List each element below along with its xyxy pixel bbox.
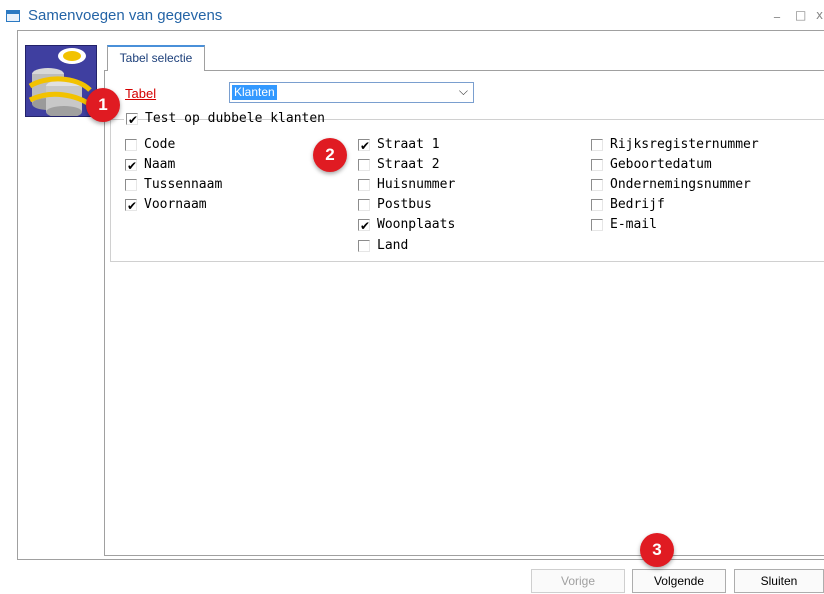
- checkbox-box[interactable]: [591, 219, 603, 231]
- callout-badge-1: 1: [86, 88, 120, 122]
- checkbox-box[interactable]: [591, 159, 603, 171]
- checkbox-box[interactable]: ✔: [358, 219, 371, 233]
- check-icon: ✔: [127, 159, 138, 173]
- duplicate-test-legend: ✔ Test op dubbele klanten: [124, 111, 325, 128]
- checkbox-box[interactable]: [358, 199, 370, 211]
- checkbox-box[interactable]: ✔: [126, 113, 139, 127]
- field-label: Huisnummer: [377, 177, 456, 192]
- window-icon: [6, 10, 20, 22]
- callout-badge-3: 3: [640, 533, 674, 567]
- field-label: Geboortedatum: [610, 157, 712, 172]
- field-label: Straat 2: [377, 157, 440, 172]
- check-icon: ✔: [128, 113, 139, 127]
- field-label: Straat 1: [377, 137, 440, 152]
- field-label: Bedrijf: [610, 197, 665, 212]
- duplicate-test-label: Test op dubbele klanten: [145, 111, 326, 126]
- checkbox-box[interactable]: ✔: [125, 159, 138, 173]
- next-button[interactable]: Volgende: [632, 569, 726, 593]
- field-label: Land: [377, 238, 409, 253]
- check-icon: ✔: [127, 199, 138, 213]
- title-bar: Samenvoegen van gegevens _ □ x: [0, 0, 824, 30]
- checkbox-box[interactable]: [358, 240, 370, 252]
- checkbox-box[interactable]: [591, 139, 603, 151]
- tabel-selected-value: Klanten: [232, 85, 277, 100]
- field-label: Tussennaam: [144, 177, 223, 192]
- chevron-down-icon[interactable]: ⌵: [459, 84, 468, 99]
- previous-button[interactable]: Vorige: [531, 569, 625, 593]
- window-title: Samenvoegen van gegevens: [28, 7, 223, 24]
- field-label: Ondernemingsnummer: [610, 177, 751, 192]
- minimize-button[interactable]: _: [774, 4, 780, 18]
- check-icon: ✔: [360, 139, 371, 153]
- checkbox-box[interactable]: ✔: [358, 139, 371, 153]
- field-label: Naam: [144, 157, 176, 172]
- checkbox-box[interactable]: [358, 159, 370, 171]
- maximize-button[interactable]: □: [795, 8, 806, 22]
- checkbox-box[interactable]: [125, 179, 137, 191]
- checkbox-box[interactable]: [591, 199, 603, 211]
- callout-badge-2: 2: [313, 138, 347, 172]
- checkbox-box[interactable]: [591, 179, 603, 191]
- field-label: Woonplaats: [377, 217, 456, 232]
- tabel-label[interactable]: Tabel: [125, 86, 156, 101]
- field-label: Voornaam: [144, 197, 207, 212]
- close-button[interactable]: Sluiten: [734, 569, 824, 593]
- checkbox-box[interactable]: ✔: [125, 199, 138, 213]
- field-label: Rijksregisternummer: [610, 137, 759, 152]
- tab-tabel-selectie[interactable]: Tabel selectie: [107, 45, 205, 71]
- field-label: E-mail: [610, 217, 657, 232]
- field-label: Postbus: [377, 197, 432, 212]
- field-label: Code: [144, 137, 176, 152]
- close-window-button[interactable]: x: [816, 8, 823, 22]
- tabel-dropdown[interactable]: Klanten ⌵: [229, 82, 474, 103]
- checkbox-box[interactable]: [125, 139, 137, 151]
- checkbox-box[interactable]: [358, 179, 370, 191]
- check-icon: ✔: [360, 219, 371, 233]
